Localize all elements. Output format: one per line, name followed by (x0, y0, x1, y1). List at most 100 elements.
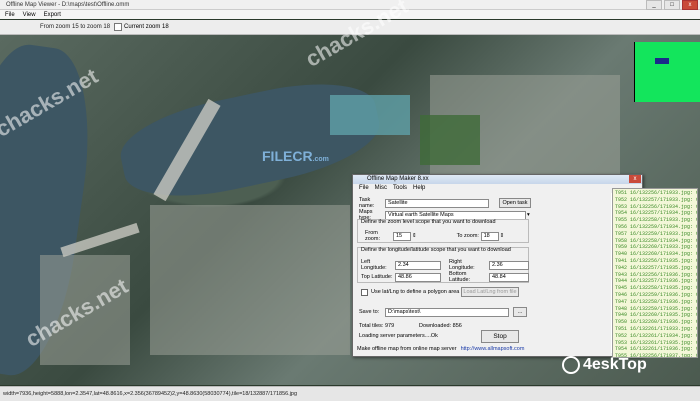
bottom-latitude-input[interactable]: 48.84 (489, 272, 529, 282)
downloaded-label: Downloaded: 856 (419, 323, 462, 329)
left-longitude-input[interactable]: 2.34 (395, 260, 441, 270)
log-line: T954 16/132261/171936.jpg: OK (615, 346, 698, 353)
from-zoom-spinner[interactable]: ⇕ (412, 233, 417, 239)
stop-button[interactable]: Stop (481, 330, 519, 343)
zoom-row: From zoom: 15 ⇕ To zoom: 18 ⇕ (365, 230, 504, 242)
left-longitude-label: Left Longitude: (361, 259, 387, 271)
log-line: T949 16/132260/171935.jpg: OK (615, 312, 698, 319)
log-line: T954 16/132257/171934.jpg: OK (615, 210, 698, 217)
filecr-watermark: FILECR.com (262, 148, 329, 164)
filecr-sub: .com (312, 156, 329, 163)
dialog-menu-misc[interactable]: Misc (375, 184, 387, 192)
log-line: T956 16/132259/171934.jpg: OK (615, 223, 698, 230)
log-line: T941 16/132256/171935.jpg: OK (615, 257, 698, 264)
log-line: T948 16/132259/171935.jpg: OK (615, 305, 698, 312)
polygon-checkbox[interactable] (361, 288, 368, 296)
log-line: T952 16/132261/171934.jpg: OK (615, 332, 698, 339)
log-line: T959 16/132260/171933.jpg: OK (615, 244, 698, 251)
from-zoom-label: From zoom: (365, 230, 380, 242)
save-to-label: Save to: (359, 309, 380, 315)
latlng-scope-label: Define the longitude/latitude scope that… (361, 247, 511, 253)
right-longitude-input[interactable]: 2.36 (489, 260, 529, 270)
to-zoom-input[interactable]: 18 (480, 231, 499, 241)
minimize-button[interactable]: _ (646, 0, 662, 10)
city-block (150, 205, 350, 355)
chevron-down-icon[interactable]: ▾ (527, 212, 530, 218)
longitude-row: Left Longitude: 2.34 Right Longitude: 2.… (361, 259, 529, 271)
save-to-row: Save to: D:\maps\test\ ... (359, 307, 527, 317)
log-line: T951 16/132256/171933.jpg: OK (615, 190, 698, 196)
loading-status: Loading server parameters....Ok (359, 333, 438, 339)
right-longitude-label: Right Longitude: (449, 259, 475, 271)
log-line: T942 16/132257/171935.jpg: OK (615, 264, 698, 271)
dialog-menu-help[interactable]: Help (413, 184, 425, 192)
zoom-range-label: From zoom 15 to zoom 18 (40, 24, 111, 30)
log-line: T953 16/132256/171934.jpg: OK (615, 203, 698, 210)
offline-map-maker-dialog: Offline Map Maker 8.xx x File Misc Tools… (352, 174, 643, 357)
log-line: T957 16/132259/171933.jpg: OK (615, 230, 698, 237)
4esktop-logo: 4eskTop (562, 356, 647, 374)
top-latitude-label: Top Latitude: (361, 274, 393, 280)
polygon-label: Use lat/Lng to define a polygon area (371, 289, 460, 295)
log-line: T947 16/132258/171936.jpg: OK (615, 298, 698, 305)
minimap[interactable] (634, 42, 700, 102)
dialog-menu-tools[interactable]: Tools (393, 184, 407, 192)
task-name-label: Task name: (359, 197, 375, 209)
footer-text: Make offline map from online map server (357, 346, 457, 352)
footer-row: Make offline map from online map server … (357, 346, 524, 352)
dialog-title: Offline Map Maker 8.xx (367, 176, 429, 182)
window-title: Offline Map Viewer - D:\maps\test\Offlin… (6, 1, 130, 8)
to-zoom-spinner[interactable]: ⇕ (500, 233, 505, 239)
close-button[interactable]: x (682, 0, 698, 10)
dialog-menu: File Misc Tools Help (353, 184, 642, 192)
log-line: T950 16/132260/171936.jpg: OK (615, 319, 698, 326)
dialog-close-button[interactable]: x (629, 175, 641, 183)
task-name-row: Task name: Satellite Open task (359, 197, 531, 209)
log-line: T946 16/132259/171936.jpg: OK (615, 291, 698, 298)
dialog-menu-file[interactable]: File (359, 184, 369, 192)
latlng-scope-caption: Define the longitude/latitude scope that… (361, 247, 511, 253)
statusbar: width=7936,height=5888,lon=2.3547,lat=48… (0, 386, 700, 401)
browse-button[interactable]: ... (513, 307, 527, 317)
log-line: T945 16/132258/171935.jpg: OK (615, 285, 698, 292)
load-latlng-button[interactable]: Load Lat/Lng from file (461, 287, 519, 297)
maximize-button[interactable]: □ (664, 0, 680, 10)
footer-link[interactable]: http://www.allmapsoft.com (461, 346, 525, 352)
download-log[interactable]: T951 16/132256/171933.jpg: OK T952 16/132… (612, 188, 698, 358)
log-line: T955 16/132258/171933.jpg: OK (615, 217, 698, 224)
loading-row: Loading server parameters....Ok (359, 333, 438, 339)
window-titlebar: Offline Map Viewer - D:\maps\test\Offlin… (0, 0, 700, 10)
park-area (330, 95, 410, 135)
to-zoom-label: To zoom: (456, 233, 479, 239)
current-zoom-label: Current zoom 18 (124, 24, 169, 30)
menu-view[interactable]: View (23, 12, 36, 18)
progress-row: Total tiles: 979 Downloaded: 856 (359, 323, 462, 329)
park-area (420, 115, 480, 165)
current-zoom-checkbox[interactable] (114, 23, 123, 31)
zoom-scope-caption: Define the zoom level scope that you wan… (361, 219, 496, 225)
log-line: T951 16/132261/171933.jpg: OK (615, 325, 698, 332)
log-line: T953 16/132261/171935.jpg: OK (615, 339, 698, 346)
task-name-input[interactable]: Satellite (385, 198, 489, 208)
log-line: T958 16/132258/171934.jpg: OK (615, 237, 698, 244)
dialog-titlebar: Offline Map Maker 8.xx x (353, 175, 642, 184)
minimap-viewport-marker[interactable] (655, 58, 669, 64)
polygon-row: Use lat/Lng to define a polygon area Loa… (361, 287, 519, 297)
save-to-input[interactable]: D:\maps\test\ (385, 307, 509, 317)
filecr-text: FILECR (262, 148, 313, 164)
log-line: T940 16/132260/171934.jpg: OK (615, 251, 698, 258)
log-line: T944 16/132257/171936.jpg: OK (615, 278, 698, 285)
log-line: T952 16/132257/171933.jpg: OK (615, 196, 698, 203)
open-task-button[interactable]: Open task (499, 198, 531, 208)
bottom-latitude-label: Bottom Latitude: (449, 271, 471, 283)
menu-export[interactable]: Export (44, 12, 61, 18)
logo-circle-icon (562, 356, 580, 374)
logo-text: 4eskTop (583, 356, 647, 373)
total-tiles-label: Total tiles: 979 (359, 323, 395, 329)
from-zoom-input[interactable]: 15 (393, 231, 411, 241)
menubar: File View Export (0, 10, 700, 19)
menu-file[interactable]: File (5, 12, 15, 18)
zoom-scope-label: Define the zoom level scope that you wan… (361, 219, 496, 225)
top-latitude-input[interactable]: 48.86 (395, 272, 441, 282)
latitude-row: Top Latitude: 48.86 Bottom Latitude: 48.… (361, 271, 529, 283)
